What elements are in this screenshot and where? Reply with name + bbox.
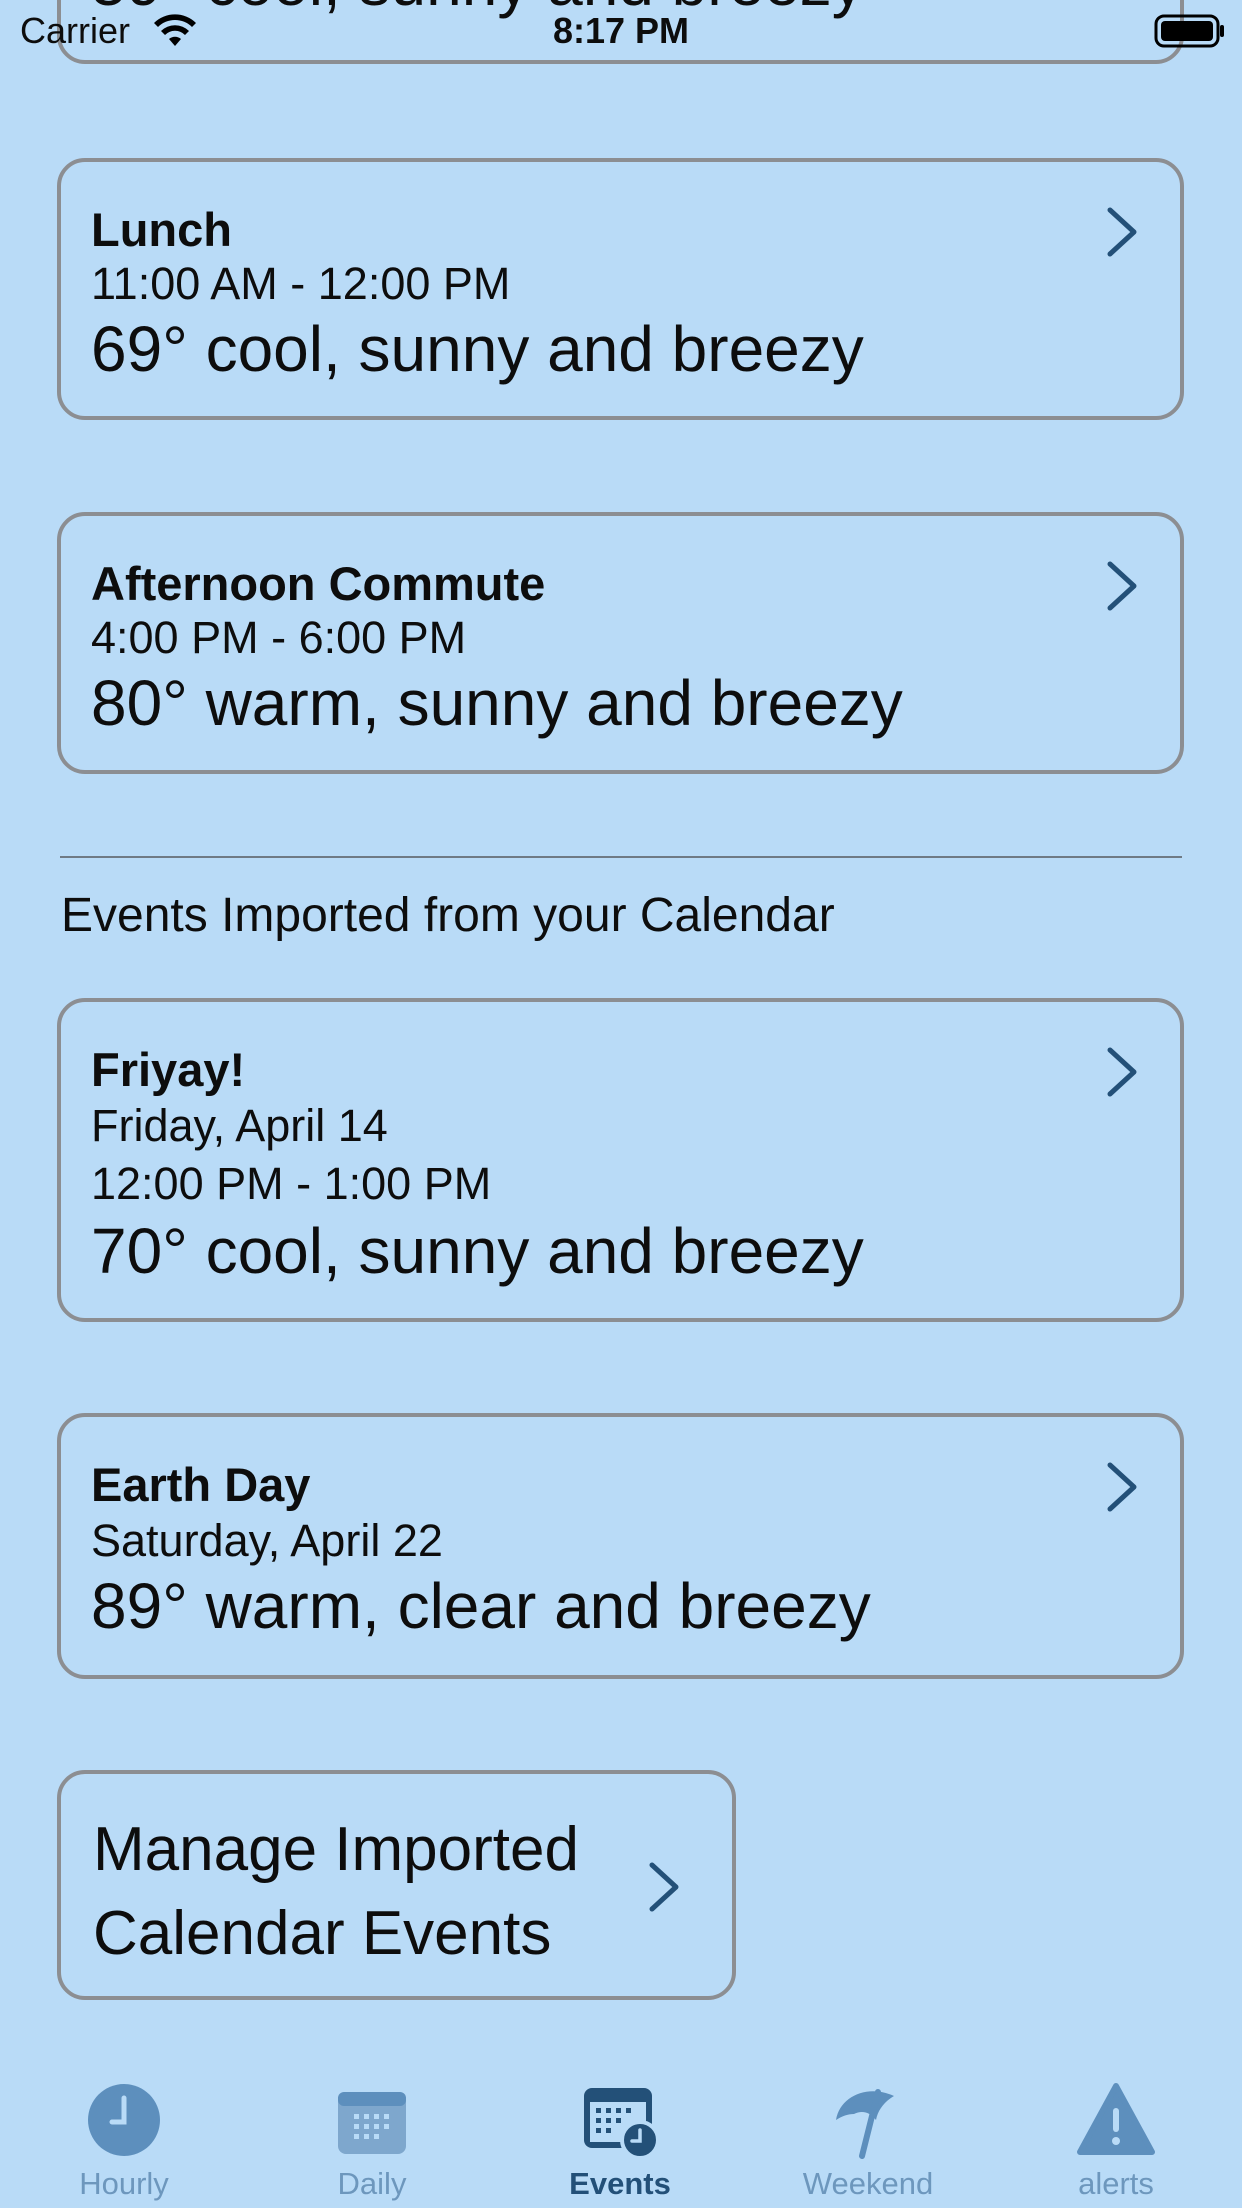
event-date: Friday, April 14 <box>91 1100 388 1151</box>
event-time: 12:00 PM - 1:00 PM <box>91 1158 492 1209</box>
event-title: Earth Day <box>91 1458 311 1511</box>
event-weather: 70° cool, sunny and breezy <box>91 1215 864 1287</box>
tab-alerts[interactable]: alerts <box>992 2060 1240 2208</box>
tab-label: Weekend <box>802 2166 934 2201</box>
event-weather: 89° warm, clear and breezy <box>91 1570 871 1642</box>
event-title: Friyay! <box>91 1043 246 1096</box>
tab-weekend[interactable]: Weekend <box>744 2060 992 2208</box>
clock-icon <box>88 2084 160 2156</box>
tab-label: alerts <box>1078 2166 1154 2201</box>
event-card-earth-day[interactable]: Earth Day Saturday, April 22 89° warm, c… <box>57 1413 1184 1679</box>
events-screen: 59° cool, sunny and breezy Carrier 8:17 … <box>0 0 1242 2208</box>
manage-button-label: Manage Imported Calendar Events <box>93 1815 579 1968</box>
calendar-icon <box>338 2092 406 2154</box>
event-time: 4:00 PM - 6:00 PM <box>91 612 467 663</box>
event-card-afternoon-commute[interactable]: Afternoon Commute 4:00 PM - 6:00 PM 80° … <box>57 512 1184 774</box>
event-date: Saturday, April 22 <box>91 1515 443 1566</box>
event-weather: 69° cool, sunny and breezy <box>91 313 864 385</box>
battery-icon <box>1154 14 1224 48</box>
tab-hourly[interactable]: Hourly <box>0 2060 248 2208</box>
event-card-friyay[interactable]: Friyay! Friday, April 14 12:00 PM - 1:00… <box>57 998 1184 1322</box>
chevron-right-icon <box>649 1862 679 1912</box>
tab-daily[interactable]: Daily <box>248 2060 496 2208</box>
section-divider <box>60 856 1182 858</box>
calendar-clock-icon <box>584 2088 660 2160</box>
chevron-right-icon <box>1107 207 1137 257</box>
warning-icon <box>1077 2083 1155 2155</box>
tab-label: Daily <box>337 2166 407 2201</box>
tab-label: Hourly <box>79 2166 169 2201</box>
clock-time: 8:17 PM <box>552 10 690 51</box>
tab-events[interactable]: Events <box>496 2060 744 2208</box>
chevron-right-icon <box>1107 1462 1137 1512</box>
event-card-lunch[interactable]: Lunch 11:00 AM - 12:00 PM 69° cool, sunn… <box>57 158 1184 420</box>
event-title: Lunch <box>91 203 232 256</box>
tab-bar: Hourly Daily Events Weekend alerts <box>0 2060 1242 2208</box>
tab-label: Events <box>569 2166 671 2201</box>
event-weather: 80° warm, sunny and breezy <box>91 667 903 739</box>
section-title: Events Imported from your Calendar <box>61 889 835 942</box>
manage-imported-events-button[interactable]: Manage Imported Calendar Events <box>57 1770 736 2000</box>
event-title: Afternoon Commute <box>91 557 546 610</box>
status-bar: Carrier 8:17 PM <box>0 0 1242 60</box>
event-time: 11:00 AM - 12:00 PM <box>91 258 511 309</box>
chevron-right-icon <box>1107 561 1137 611</box>
chevron-right-icon <box>1107 1047 1137 1097</box>
umbrella-icon <box>836 2089 894 2159</box>
